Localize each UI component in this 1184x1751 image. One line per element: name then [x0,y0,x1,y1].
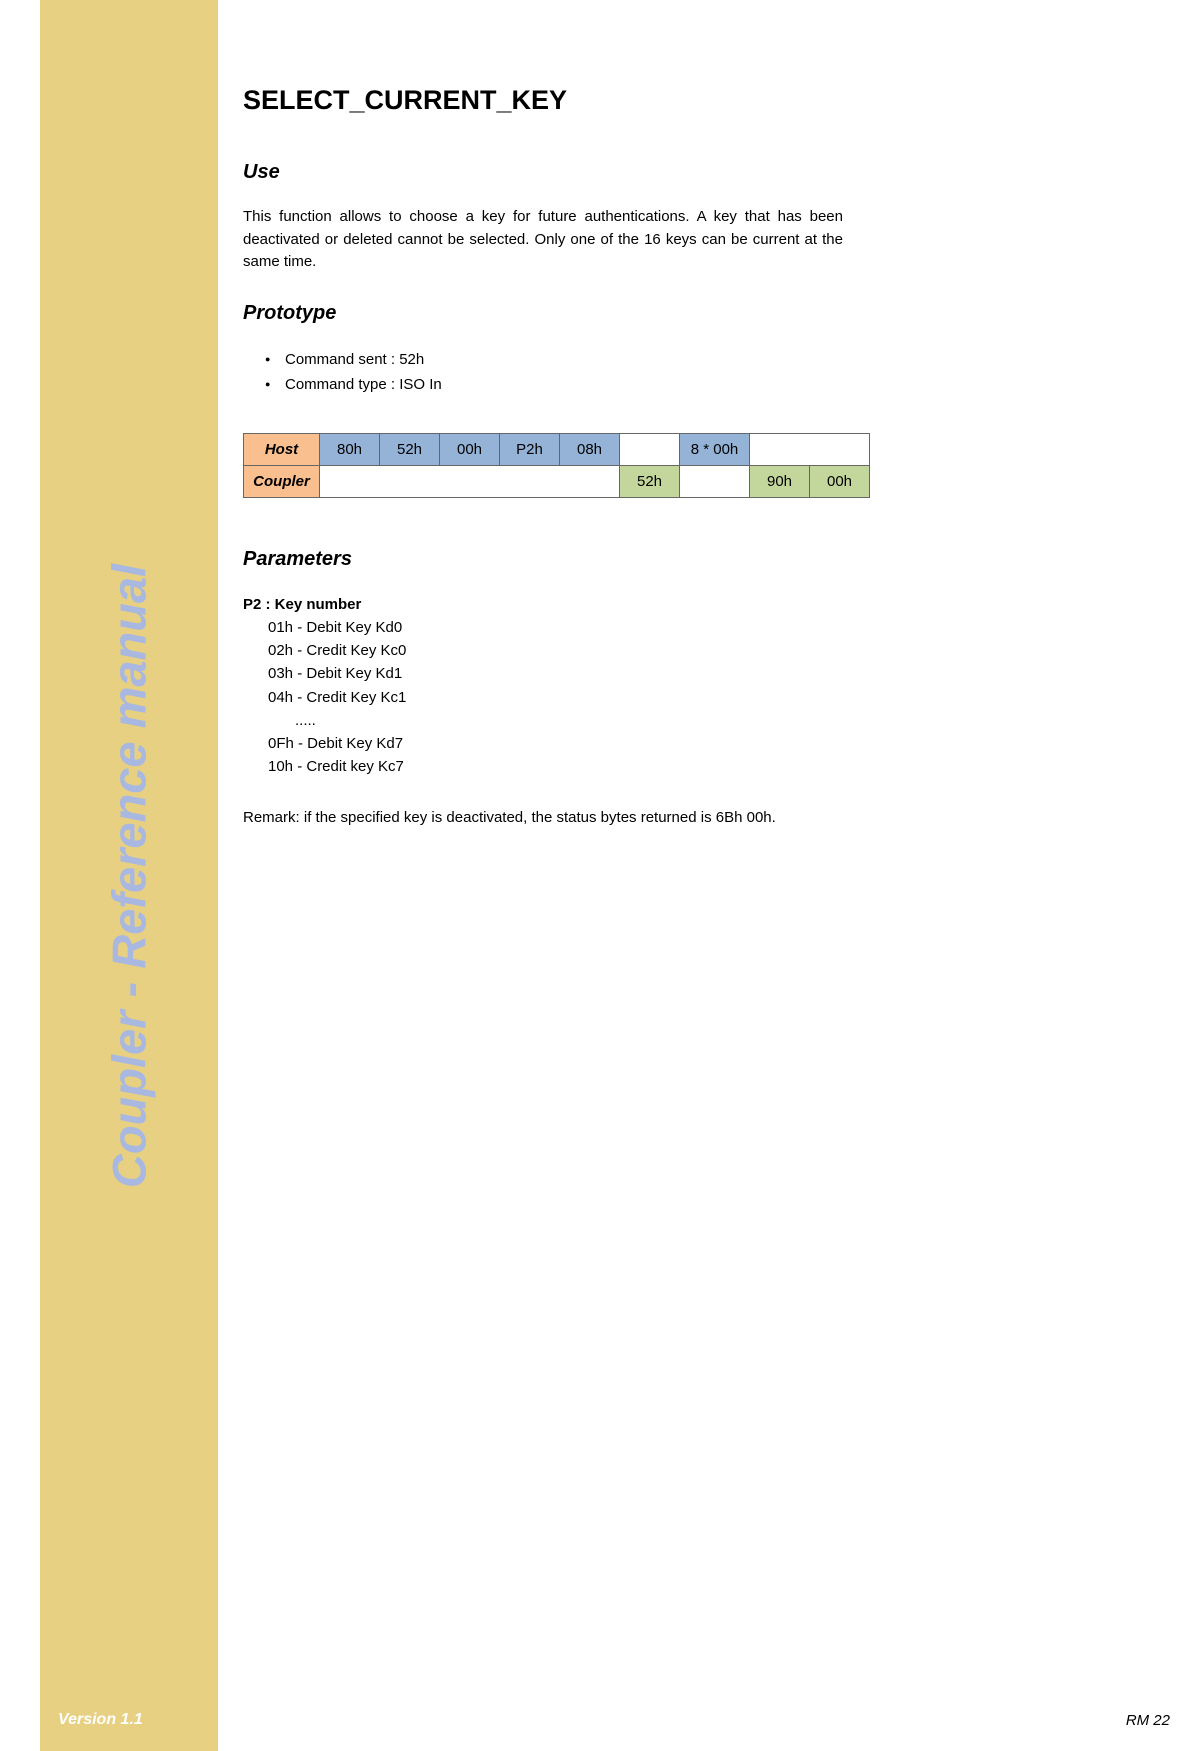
table-row: Coupler 52h 90h 00h [244,465,870,497]
page-number: RM 22 [1126,1712,1170,1729]
table-cell: P2h [500,433,560,465]
table-cell: 00h [440,433,500,465]
table-cell [320,465,620,497]
parameters-heading: Parameters [243,548,1143,571]
remark-label: Remark: [243,809,300,826]
host-label-cell: Host [244,433,320,465]
page-title: SELECT_CURRENT_KEY [243,85,1143,116]
table-cell: 52h [380,433,440,465]
bullet-item: Command type : ISO In [285,372,1143,398]
param-item: 0Fh - Debit Key Kd7 [243,732,843,755]
table-cell: 90h [750,465,810,497]
use-text: This function allows to choose a key for… [243,206,843,274]
param-item: 04h - Credit Key Kc1 [243,686,843,709]
sidebar: Coupler - Reference manual Version 1.1 [40,0,218,1751]
table-cell: 08h [560,433,620,465]
parameters-body: P2 : Key number 01h - Debit Key Kd0 02h … [243,593,843,779]
remark: Remark: if the specified key is deactiva… [243,809,843,826]
sidebar-title: Coupler - Reference manual [102,563,157,1187]
coupler-label-cell: Coupler [244,465,320,497]
param-item: 10h - Credit key Kc7 [243,755,843,778]
prototype-bullets: Command sent : 52h Command type : ISO In [243,347,1143,398]
param-item: 02h - Credit Key Kc0 [243,639,843,662]
table-cell: 8 * 00h [680,433,750,465]
table-cell: 52h [620,465,680,497]
table-row: Host 80h 52h 00h P2h 08h 8 * 00h [244,433,870,465]
param-item: 03h - Debit Key Kd1 [243,662,843,685]
p2-label: P2 : Key number [243,593,843,616]
param-item: 01h - Debit Key Kd0 [243,616,843,639]
table-cell [750,433,870,465]
table-cell [620,433,680,465]
prototype-heading: Prototype [243,302,1143,325]
table-cell: 80h [320,433,380,465]
bullet-item: Command sent : 52h [285,347,1143,373]
remark-text: if the specified key is deactivated, the… [300,809,776,826]
table-cell [680,465,750,497]
version-label: Version 1.1 [58,1711,143,1729]
param-item: ..... [243,709,843,732]
prototype-table: Host 80h 52h 00h P2h 08h 8 * 00h Coupler… [243,433,870,498]
main-content: SELECT_CURRENT_KEY Use This function all… [243,85,1143,826]
table-cell: 00h [810,465,870,497]
use-heading: Use [243,161,1143,184]
